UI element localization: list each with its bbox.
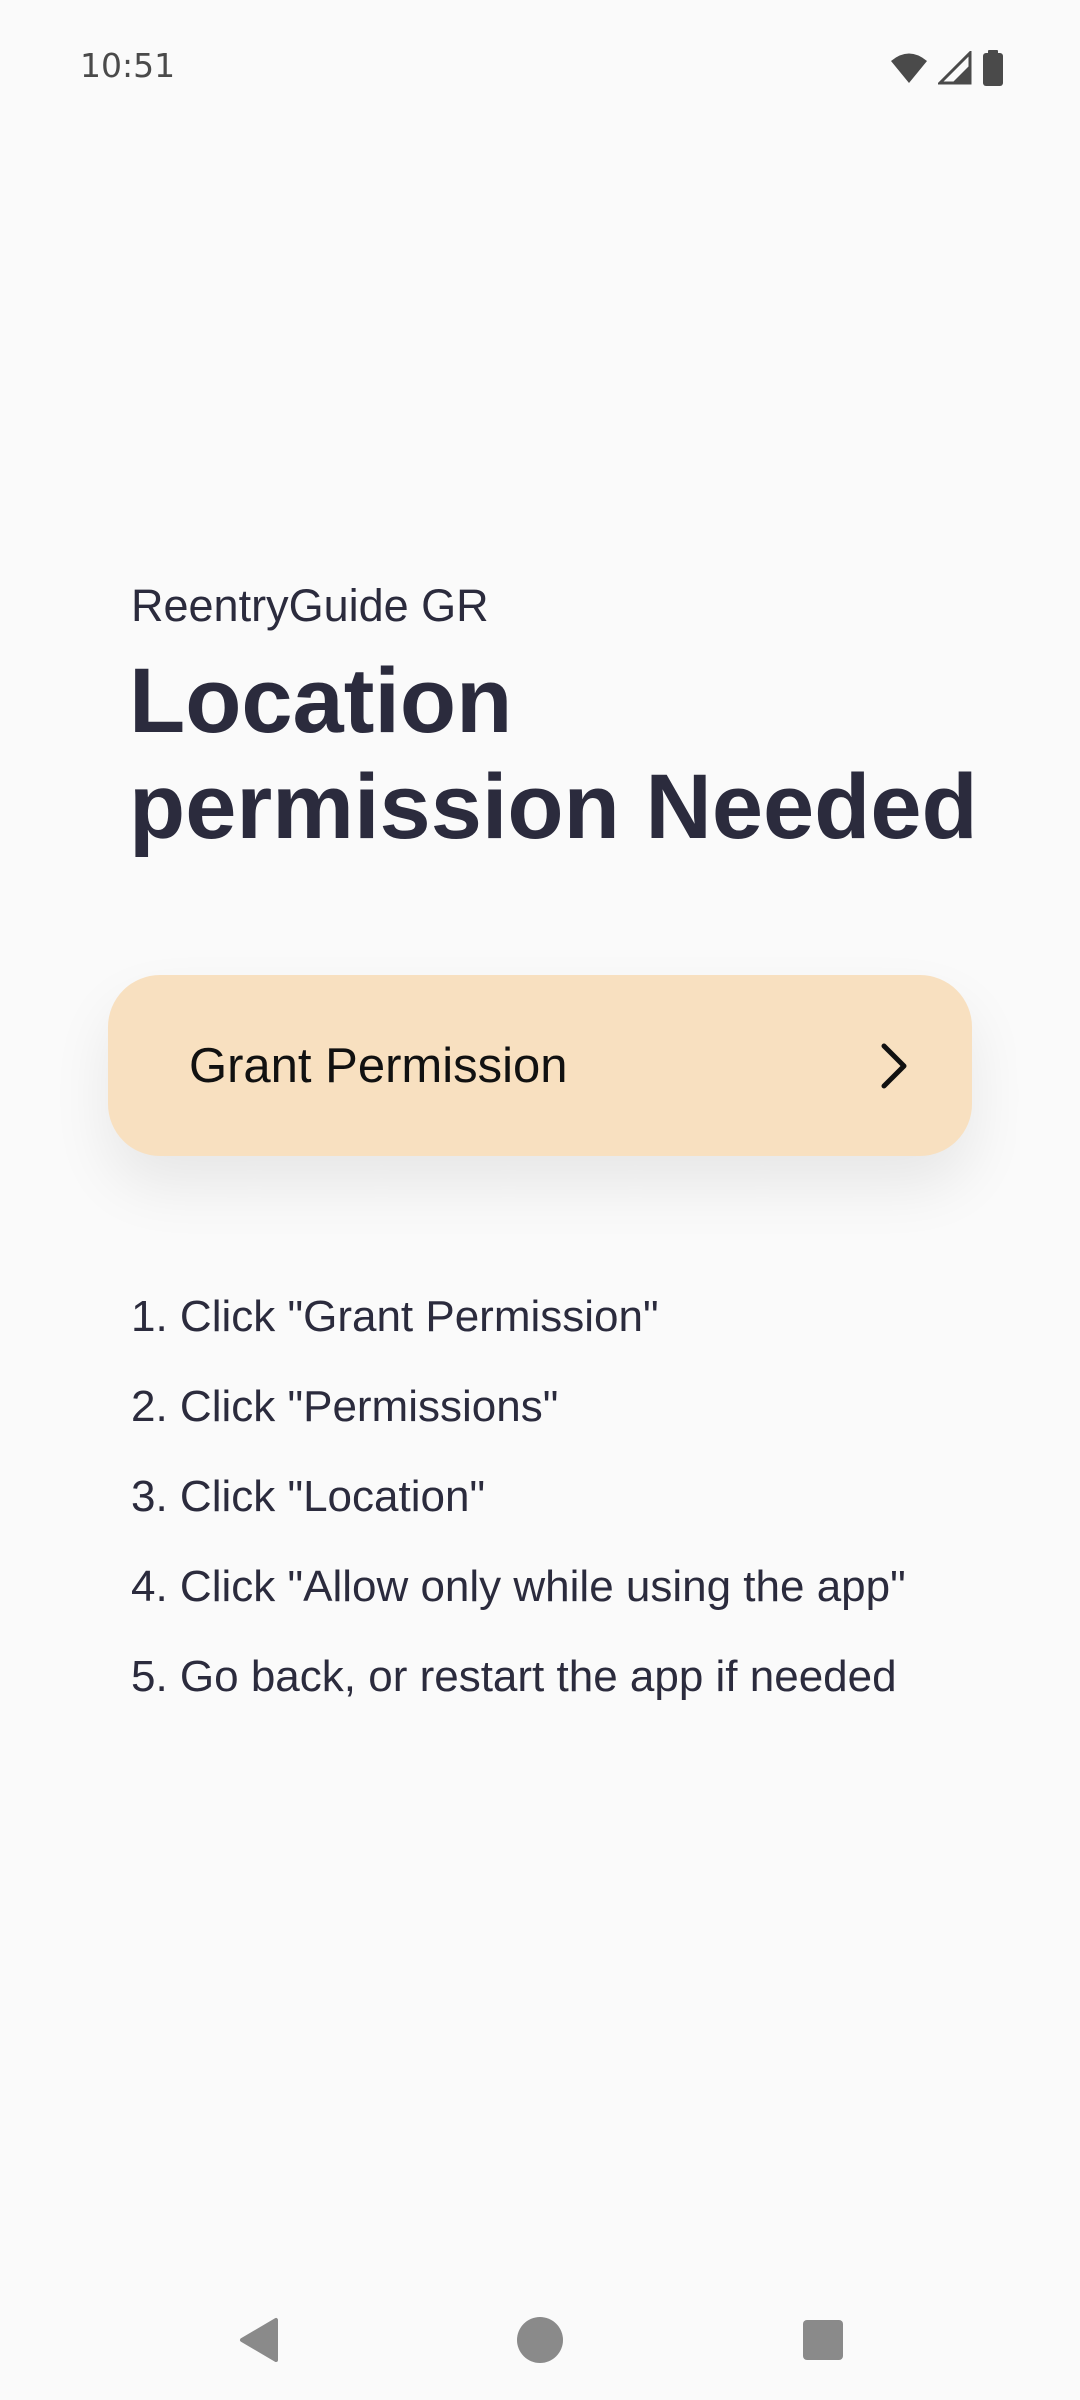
battery-icon xyxy=(983,50,1003,86)
recents-icon xyxy=(803,2320,843,2360)
instruction-step: 5. Go back, or restart the app if needed xyxy=(131,1652,897,1701)
back-button[interactable] xyxy=(228,2310,288,2370)
instructions-list: 1. Click "Grant Permission" 2. Click "Pe… xyxy=(131,1286,931,1736)
instruction-step: 1. Click "Grant Permission" xyxy=(131,1292,659,1341)
page-title: Location permission Needed xyxy=(129,650,978,858)
instruction-step: 4. Click "Allow only while using the app… xyxy=(131,1562,906,1611)
instruction-step: 2. Click "Permissions" xyxy=(131,1382,559,1431)
grant-permission-label: Grant Permission xyxy=(189,1038,568,1093)
home-icon xyxy=(517,2317,563,2363)
home-button[interactable] xyxy=(510,2310,570,2370)
navigation-bar xyxy=(0,2270,1080,2400)
grant-permission-button[interactable]: Grant Permission xyxy=(108,975,972,1156)
wifi-icon xyxy=(891,53,927,83)
back-icon xyxy=(240,2318,278,2362)
chevron-right-icon xyxy=(881,1043,907,1088)
instruction-step: 3. Click "Location" xyxy=(131,1472,486,1521)
recents-button[interactable] xyxy=(793,2310,853,2370)
cell-signal-icon xyxy=(938,51,972,85)
status-time: 10:51 xyxy=(80,46,176,85)
status-icons xyxy=(890,48,1004,88)
app-name: ReentryGuide GR xyxy=(131,580,489,631)
status-bar: 10:51 xyxy=(0,0,1080,130)
